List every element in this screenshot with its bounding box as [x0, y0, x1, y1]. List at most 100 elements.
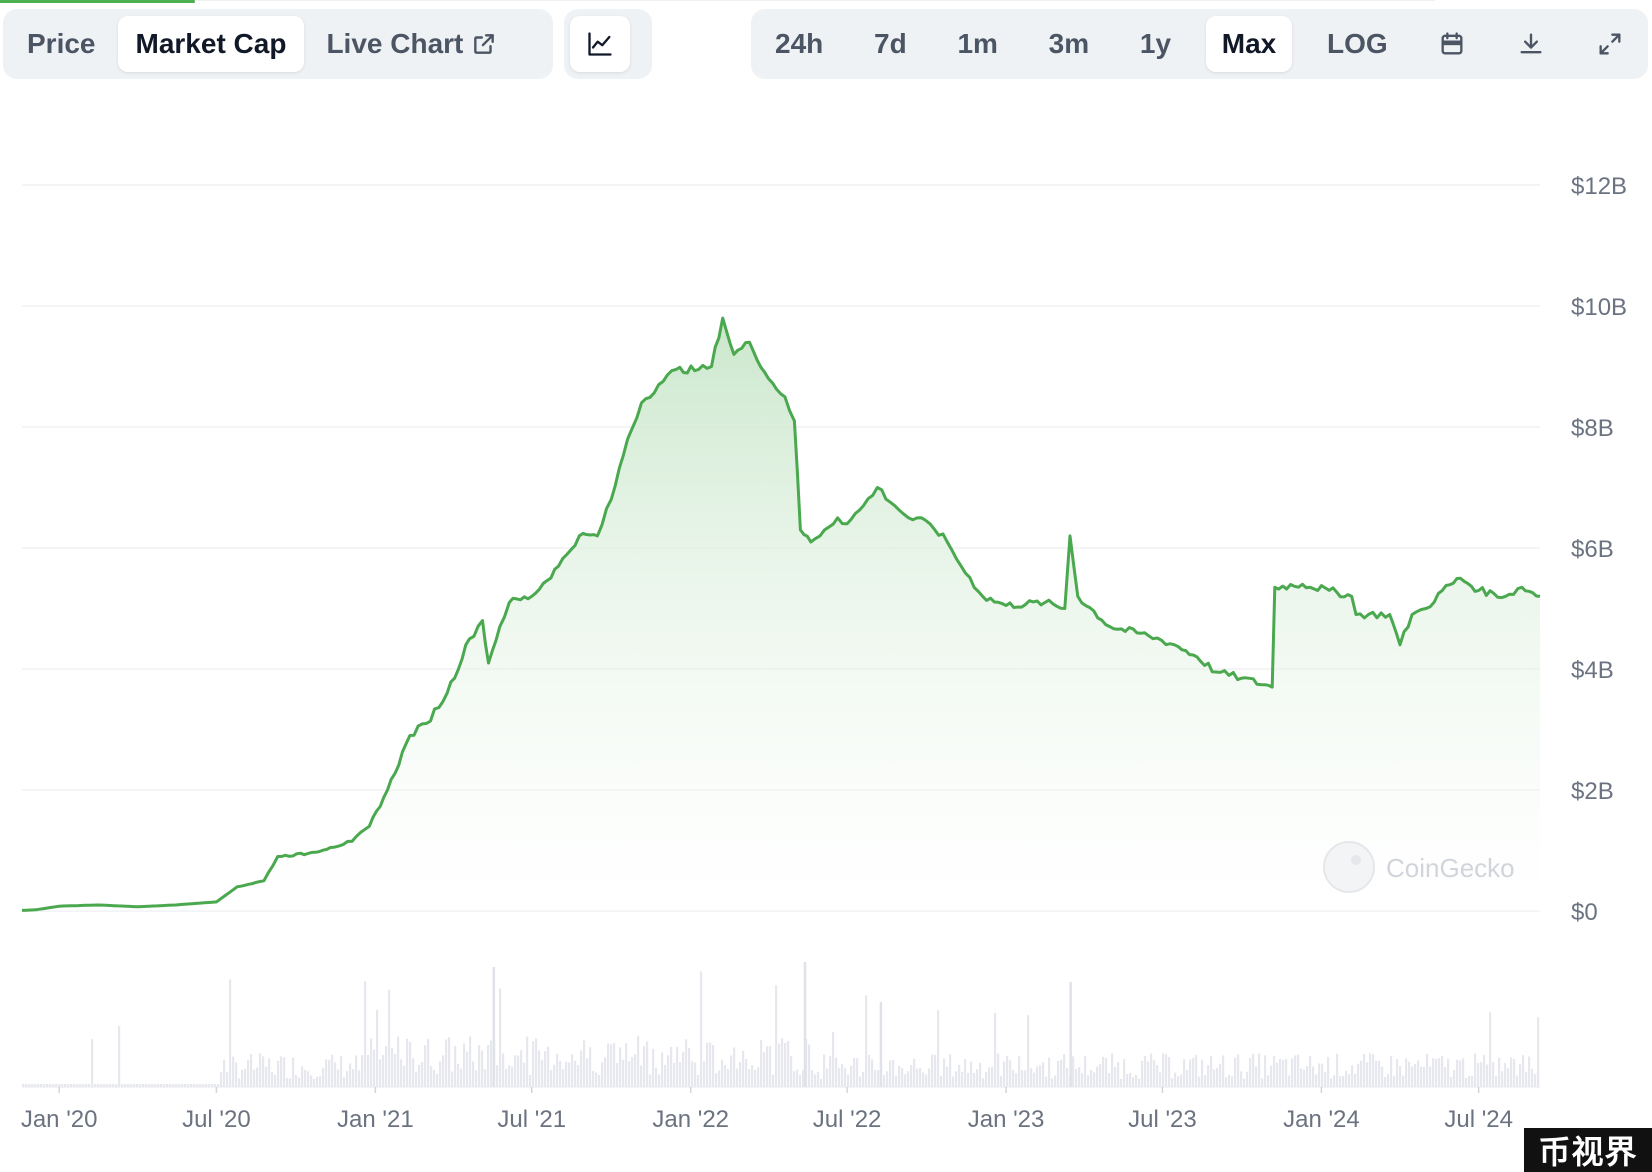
volume-bar: [169, 1084, 172, 1087]
volume-bar: [268, 1058, 271, 1087]
volume-bar: [1375, 1060, 1378, 1087]
volume-bar: [1339, 1076, 1342, 1087]
volume-bar: [328, 1059, 331, 1087]
volume-bar: [817, 1071, 820, 1087]
range-1m-button[interactable]: 1m: [941, 16, 1013, 72]
volume-bar: [334, 1062, 337, 1087]
volume-bar: [523, 1062, 526, 1087]
volume-bar: [526, 1036, 529, 1087]
volume-bar: [535, 1038, 538, 1087]
volume-bar: [301, 1066, 304, 1087]
volume-bar: [703, 1061, 706, 1087]
volume-bar: [1216, 1068, 1219, 1087]
expand-button[interactable]: [1580, 16, 1640, 72]
calendar-button[interactable]: [1422, 16, 1482, 72]
download-button[interactable]: [1501, 16, 1561, 72]
volume-bar: [1441, 1055, 1444, 1087]
tab-live-chart[interactable]: Live Chart: [308, 16, 515, 72]
volume-bar: [754, 1070, 757, 1087]
volume-bar: [724, 1064, 727, 1087]
line-chart-button[interactable]: [570, 16, 630, 72]
volume-bar: [1522, 1055, 1525, 1087]
volume-bar: [178, 1084, 181, 1087]
volume-bar: [1369, 1053, 1372, 1087]
volume-bar: [226, 1071, 229, 1087]
volume-bar: [1258, 1053, 1261, 1087]
area-layer: [21, 316, 1541, 912]
volume-bar: [1261, 1078, 1264, 1087]
volume-bar: [955, 1071, 958, 1087]
volume-bar: [112, 1084, 115, 1087]
volume-bar: [250, 1054, 253, 1087]
x-tick-label: Jul '24: [1444, 1106, 1513, 1133]
volume-bar: [1138, 1078, 1141, 1087]
range-7d-button[interactable]: 7d: [858, 16, 923, 72]
tab-price[interactable]: Price: [9, 16, 114, 72]
x-axis-labels: Jan '20 Jul '20 Jan '21 Jul '21 Jan '22 Jul '…: [21, 1087, 1513, 1133]
volume-bar: [1018, 1056, 1021, 1087]
volume-bar: [760, 1040, 763, 1087]
volume-bar: [1459, 1060, 1462, 1087]
volume-bar: [862, 1071, 865, 1087]
expand-icon: [1596, 30, 1624, 58]
volume-bar: [1336, 1053, 1339, 1087]
volume-bar: [940, 1075, 943, 1087]
volume-bar: [850, 1065, 853, 1087]
volume-bar: [1195, 1055, 1198, 1087]
volume-bar: [1141, 1060, 1144, 1087]
volume-bar: [1162, 1053, 1165, 1087]
volume-bar: [838, 1068, 841, 1087]
volume-bar: [148, 1084, 151, 1087]
volume-bar: [343, 1077, 346, 1087]
volume-spike: [492, 967, 496, 1087]
range-1y-button[interactable]: 1y: [1124, 16, 1187, 72]
volume-bar: [172, 1084, 175, 1087]
volume-bar: [1219, 1063, 1222, 1087]
volume-bar: [1087, 1075, 1090, 1087]
volume-bar: [202, 1084, 205, 1087]
volume-bar: [898, 1065, 901, 1087]
volume-bar: [1105, 1058, 1108, 1087]
volume-bar: [157, 1084, 160, 1087]
volume-bar: [1477, 1062, 1480, 1087]
top-progress-accent: [0, 0, 195, 3]
x-tick-label: Jan '22: [652, 1106, 729, 1133]
volume-bar: [664, 1064, 667, 1087]
tab-market-cap[interactable]: Market Cap: [117, 16, 305, 72]
volume-bar: [541, 1060, 544, 1087]
log-scale-button[interactable]: LOG: [1311, 16, 1404, 72]
range-3m-button[interactable]: 3m: [1033, 16, 1105, 72]
volume-bar: [1363, 1053, 1366, 1087]
volume-bar: [1510, 1057, 1513, 1087]
volume-bar: [469, 1036, 472, 1087]
range-toolbar: 24h 7d 1m 3m 1y Max LOG: [751, 9, 1648, 79]
volume-bar: [970, 1061, 973, 1087]
volume-bar: [688, 1048, 691, 1087]
volume-bar: [1330, 1078, 1333, 1087]
volume-bar: [1501, 1071, 1504, 1087]
volume-bar: [631, 1057, 634, 1087]
volume-bar: [529, 1074, 532, 1087]
volume-bar: [1333, 1075, 1336, 1087]
volume-bar: [1438, 1058, 1441, 1087]
volume-bar: [1135, 1075, 1138, 1087]
volume-bar: [1447, 1058, 1450, 1087]
range-max-button[interactable]: Max: [1205, 16, 1293, 72]
volume-bar: [1204, 1075, 1207, 1087]
volume-bar: [982, 1078, 985, 1087]
volume-bar: [607, 1043, 610, 1087]
volume-bar: [475, 1070, 478, 1087]
volume-bar: [1210, 1055, 1213, 1087]
volume-bar: [1300, 1068, 1303, 1087]
volume-bar: [1498, 1057, 1501, 1087]
volume-bar: [127, 1084, 130, 1087]
volume-bar: [589, 1047, 592, 1087]
volume-bar: [721, 1059, 724, 1087]
volume-bar: [1231, 1076, 1234, 1087]
volume-bar: [1075, 1069, 1078, 1087]
volume-bar: [1174, 1072, 1177, 1087]
volume-bar: [895, 1075, 898, 1087]
range-24h-button[interactable]: 24h: [759, 16, 839, 72]
volume-spike: [1069, 982, 1072, 1087]
volume-bar: [166, 1084, 169, 1087]
